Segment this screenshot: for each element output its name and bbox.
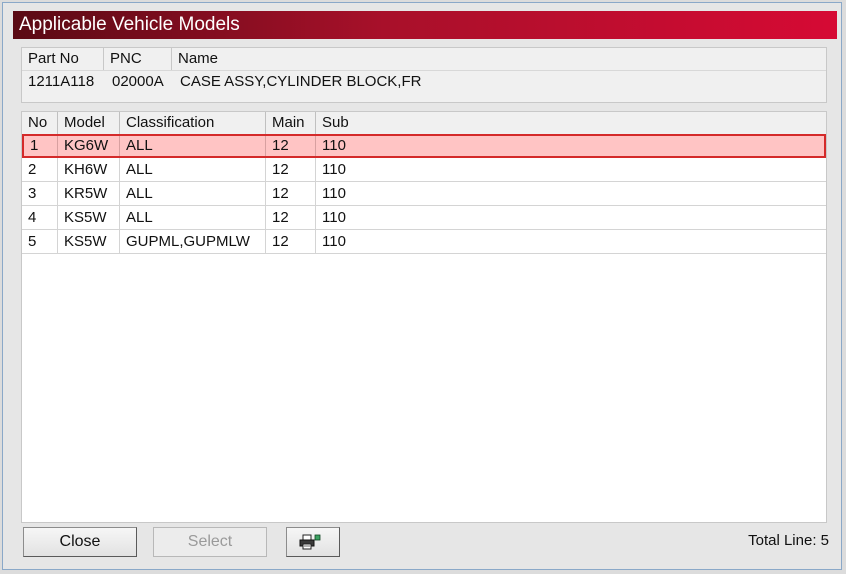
part-info-header: Part No PNC Name — [22, 48, 826, 71]
cell-classification: ALL — [120, 158, 266, 181]
cell-main: 12 — [266, 230, 316, 253]
cell-no: 1 — [24, 136, 58, 156]
window-title: Applicable Vehicle Models — [19, 14, 240, 35]
part-info-row: 1211A118 02000A CASE ASSY,CYLINDER BLOCK… — [22, 70, 826, 94]
cell-model: KR5W — [58, 182, 120, 205]
pnc-value: 02000A — [112, 73, 164, 90]
cell-main: 12 — [266, 136, 316, 156]
cell-classification: ALL — [120, 182, 266, 205]
cell-no: 5 — [22, 230, 58, 253]
col-sub-header[interactable]: Sub — [316, 112, 827, 134]
cell-main: 12 — [266, 206, 316, 229]
cell-classification: ALL — [120, 206, 266, 229]
cell-sub: 110 — [322, 233, 346, 250]
table-row[interactable]: 3 KR5W ALL 12 110 — [22, 182, 826, 206]
select-button[interactable]: Select — [153, 527, 267, 557]
cell-no: 3 — [22, 182, 58, 205]
part-info-panel: Part No PNC Name 1211A118 02000A CASE AS… — [21, 47, 827, 103]
table-row[interactable]: 2 KH6W ALL 12 110 — [22, 158, 826, 182]
col-model-header[interactable]: Model — [58, 112, 120, 134]
cell-sub: 110 — [322, 161, 346, 178]
name-header: Name — [178, 50, 219, 67]
cell-main: 12 — [266, 182, 316, 205]
cell-model: KG6W — [58, 136, 120, 156]
cell-model: KH6W — [58, 158, 120, 181]
grid-header: No Model Classification Main Sub — [22, 112, 826, 135]
part-no-value: 1211A118 — [28, 73, 95, 90]
cell-no: 4 — [22, 206, 58, 229]
printer-icon — [299, 534, 321, 550]
cell-model: KS5W — [58, 206, 120, 229]
col-no-header[interactable]: No — [22, 112, 58, 134]
cell-no: 2 — [22, 158, 58, 181]
col-main-header[interactable]: Main — [266, 112, 316, 134]
cell-sub: 110 — [322, 209, 346, 226]
col-classification-header[interactable]: Classification — [120, 112, 266, 134]
part-name-value: CASE ASSY,CYLINDER BLOCK,FR — [180, 73, 422, 90]
cell-model: KS5W — [58, 230, 120, 253]
vehicle-models-grid[interactable]: No Model Classification Main Sub 1 KG6W … — [21, 111, 827, 523]
cell-classification: ALL — [120, 136, 266, 156]
title-bar[interactable]: Applicable Vehicle Models — [13, 11, 837, 39]
pnc-header: PNC — [104, 48, 172, 70]
dialog-body: Part No PNC Name 1211A118 02000A CASE AS… — [15, 39, 835, 569]
table-row[interactable]: 5 KS5W GUPML,GUPMLW 12 110 — [22, 230, 826, 254]
table-row[interactable]: 1 KG6W ALL 12 110 — [22, 134, 826, 158]
print-button[interactable] — [286, 527, 340, 557]
cell-sub: 110 — [322, 137, 346, 154]
cell-classification: GUPML,GUPMLW — [120, 230, 266, 253]
cell-main: 12 — [266, 158, 316, 181]
part-no-header: Part No — [22, 48, 104, 70]
dialog-window: Applicable Vehicle Models Part No PNC Na… — [2, 2, 842, 570]
total-lines-label: Total Line: 5 — [748, 532, 829, 549]
close-button[interactable]: Close — [23, 527, 137, 557]
table-row[interactable]: 4 KS5W ALL 12 110 — [22, 206, 826, 230]
cell-sub: 110 — [322, 185, 346, 202]
